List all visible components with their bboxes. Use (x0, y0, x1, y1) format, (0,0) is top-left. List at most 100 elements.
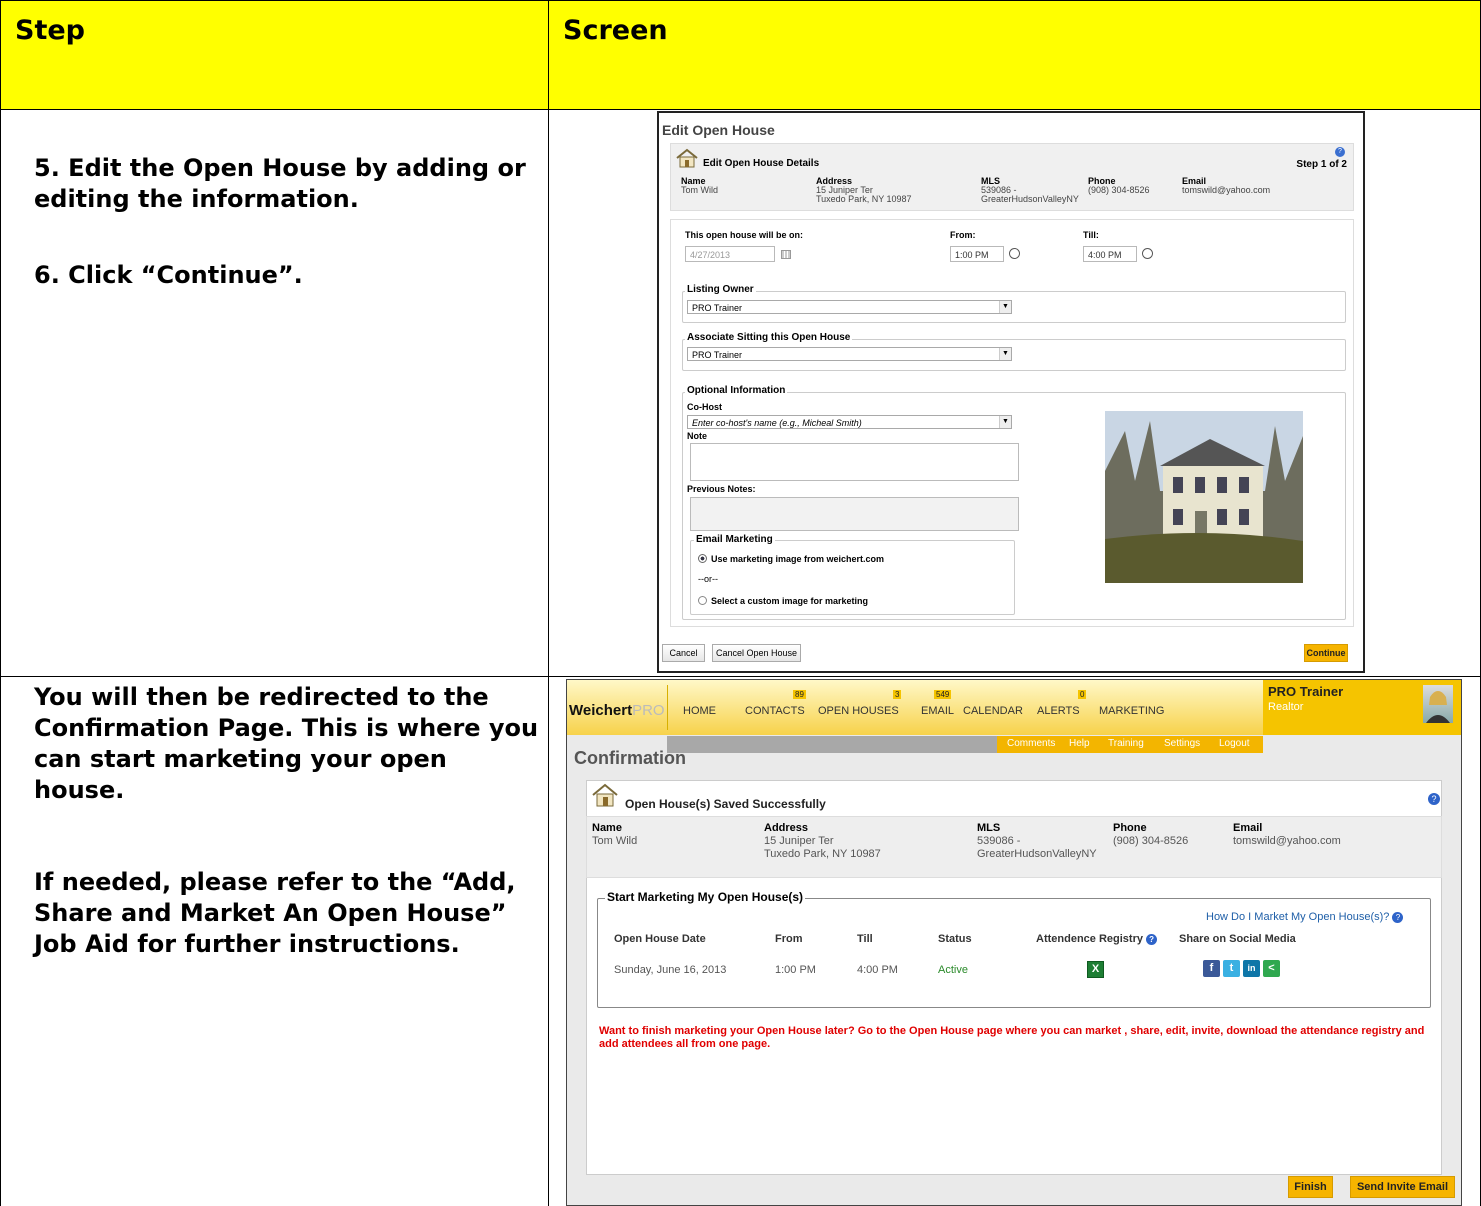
radio-weichert-image[interactable] (698, 554, 707, 563)
help-icon[interactable]: ? (1335, 147, 1345, 157)
page-title: Confirmation (574, 748, 686, 768)
cancel-button[interactable]: Cancel (662, 644, 705, 662)
clock-icon[interactable] (1009, 248, 1020, 259)
col-mls: MLS (977, 822, 1001, 834)
associate-label: Associate Sitting this Open House (685, 332, 853, 343)
user-role: Realtor (1268, 701, 1304, 713)
val-name: Tom Wild (592, 835, 638, 847)
th-from: From (775, 933, 803, 945)
th-registry: Attendence Registry ? (1036, 933, 1158, 945)
confirmation-screen: WeichertPRO HOME 89 CONTACTS OPEN HOUSES… (566, 679, 1462, 1206)
col-email: Email (1233, 822, 1263, 834)
header-step-cell: Step (0, 0, 549, 110)
chevron-down-icon: ▼ (999, 348, 1011, 360)
nav-marketing[interactable]: MARKETING (1099, 705, 1164, 717)
th-social: Share on Social Media (1179, 933, 1296, 945)
brand-logo[interactable]: WeichertPRO (569, 702, 665, 719)
chevron-down-icon: ▼ (999, 301, 1011, 313)
subnav-settings[interactable]: Settings (1164, 738, 1200, 749)
till-input[interactable]: 4:00 PM (1083, 246, 1137, 262)
val-email: tomswild@yahoo.com (1233, 835, 1341, 847)
prev-notes-label: Previous Notes: (687, 484, 756, 494)
cancel-open-house-button[interactable]: Cancel Open House (712, 644, 801, 662)
val-name: Tom Wild (681, 185, 719, 195)
note-label: Note (687, 431, 707, 441)
house-icon (592, 783, 618, 807)
listing-owner-select[interactable]: PRO Trainer ▼ (687, 300, 1012, 314)
associate-value: PRO Trainer (692, 350, 743, 360)
nav-home[interactable]: HOME (683, 705, 716, 717)
email-badge: 549 (934, 690, 952, 699)
details-strip (586, 816, 1442, 878)
subnav-logout[interactable]: Logout (1219, 738, 1250, 749)
associate-select[interactable]: PRO Trainer ▼ (687, 347, 1012, 361)
note-textarea[interactable] (690, 443, 1019, 481)
help-icon[interactable]: ? (1428, 793, 1440, 805)
nav-alerts[interactable]: ALERTS (1037, 705, 1080, 717)
nav-email[interactable]: EMAIL (921, 705, 954, 717)
radio-custom-label: Select a custom image for marketing (711, 596, 869, 606)
twitter-icon[interactable]: t (1223, 960, 1240, 977)
radio-weichert-label: Use marketing image from weichert.com (711, 554, 885, 564)
col-name: Name (592, 822, 622, 834)
prev-notes-textarea (690, 497, 1019, 531)
cohost-placeholder: Enter co-host's name (e.g., Micheal Smit… (692, 418, 862, 428)
radio-custom-image[interactable] (698, 596, 707, 605)
user-name[interactable]: PRO Trainer (1268, 684, 1343, 699)
saved-message: Open House(s) Saved Successfully (625, 797, 826, 811)
val-email: tomswild@yahoo.com (1182, 185, 1271, 195)
nav-calendar[interactable]: CALENDAR (963, 705, 1023, 717)
val-address-2: Tuxedo Park, NY 10987 (816, 194, 912, 204)
row-till: 4:00 PM (857, 964, 898, 976)
chevron-down-icon: ▼ (999, 416, 1011, 428)
help-icon[interactable]: ? (1146, 934, 1158, 945)
nav-contacts[interactable]: CONTACTS (745, 705, 805, 717)
th-till: Till (857, 933, 873, 945)
header-step: Step (15, 15, 85, 46)
listing-owner-label: Listing Owner (685, 284, 756, 295)
row1-instruction-2: 6. Click “Continue”. (34, 261, 303, 289)
row2-instruction-2: If needed, please refer to the “Add, Sha… (34, 868, 516, 958)
date-input[interactable]: 4/27/2013 (685, 246, 775, 262)
logo-pro: PRO (632, 702, 665, 719)
edit-title: Edit Open House (662, 122, 775, 138)
edit-open-house-screen: Edit Open House Edit Open House Details … (657, 111, 1365, 673)
logo-text: Weichert (569, 702, 633, 719)
finish-later-notice: Want to finish marketing your Open House… (599, 1025, 1425, 1050)
how-market-link[interactable]: How Do I Market My Open House(s)? ? (1206, 911, 1404, 923)
facebook-icon[interactable]: f (1203, 960, 1220, 977)
marketing-legend: Start Marketing My Open House(s) (605, 890, 806, 904)
edit-details-box: Edit Open House Details Step 1 of 2 ? Na… (670, 143, 1354, 211)
nav-open-houses[interactable]: OPEN HOUSES (818, 705, 899, 717)
house-photo (1105, 411, 1303, 583)
finish-button[interactable]: Finish (1288, 1176, 1333, 1198)
th-registry-text: Attendence Registry (1036, 933, 1143, 945)
row-date: Sunday, June 16, 2013 (614, 964, 727, 976)
alerts-badge: 0 (1078, 690, 1087, 699)
house-icon (676, 148, 698, 168)
share-icon[interactable]: < (1263, 960, 1280, 977)
edit-form-area: This open house will be on: 4/27/2013 Fr… (670, 219, 1354, 627)
cohost-select[interactable]: Enter co-host's name (e.g., Micheal Smit… (687, 415, 1012, 429)
from-input[interactable]: 1:00 PM (950, 246, 1004, 262)
clock-icon[interactable] (1142, 248, 1153, 259)
linkedin-icon[interactable]: in (1243, 960, 1260, 977)
continue-button[interactable]: Continue (1304, 644, 1348, 662)
calendar-icon[interactable] (781, 250, 791, 259)
nav-divider (667, 685, 668, 730)
avatar[interactable] (1423, 685, 1453, 723)
val-mls-2: GreaterHudsonValleyNY (981, 194, 1079, 204)
subnav-help[interactable]: Help (1069, 738, 1090, 749)
subnav-training[interactable]: Training (1108, 738, 1144, 749)
social-share-group: f t in < (1203, 960, 1283, 978)
send-invite-email-button[interactable]: Send Invite Email (1350, 1176, 1455, 1198)
listing-owner-value: PRO Trainer (692, 303, 743, 313)
open-houses-badge: 3 (893, 690, 902, 699)
col-phone: Phone (1113, 822, 1147, 834)
th-date: Open House Date (614, 933, 706, 945)
row1-instruction-1: 5. Edit the Open House by adding or edit… (34, 154, 526, 213)
row2-instruction-1: You will then be redirected to the Confi… (34, 683, 539, 804)
subnav-comments[interactable]: Comments (1007, 738, 1055, 749)
val-address-1: 15 Juniper Ter (764, 835, 834, 847)
excel-icon[interactable]: X (1087, 961, 1104, 978)
